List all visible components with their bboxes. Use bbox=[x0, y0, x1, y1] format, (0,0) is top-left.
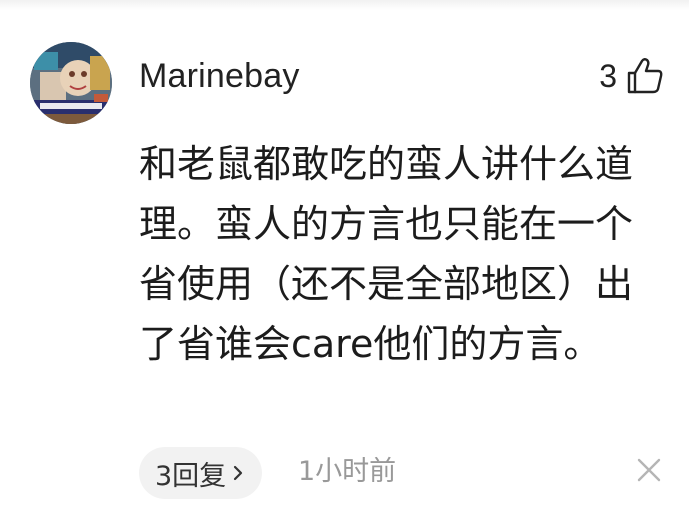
avatar-image bbox=[30, 42, 112, 124]
like-count: 3 bbox=[599, 58, 617, 94]
dismiss-button[interactable] bbox=[635, 456, 663, 484]
replies-button[interactable]: 3回复 bbox=[139, 447, 263, 499]
avatar[interactable] bbox=[30, 42, 112, 124]
username[interactable]: Marinebay bbox=[139, 56, 300, 96]
comment-timestamp: 1小时前 bbox=[298, 456, 397, 487]
comment-text: 和老鼠都敢吃的蛮人讲什么道理。蛮人的方言也只能在一个省使用（还不是全部地区）出了… bbox=[139, 142, 634, 366]
replies-label: 3回复 bbox=[155, 460, 227, 492]
thumbs-up-icon bbox=[627, 58, 663, 94]
close-icon bbox=[637, 458, 661, 482]
top-divider-shadow bbox=[0, 0, 689, 10]
like-button[interactable]: 3 bbox=[599, 54, 665, 98]
chevron-right-icon bbox=[234, 465, 243, 481]
